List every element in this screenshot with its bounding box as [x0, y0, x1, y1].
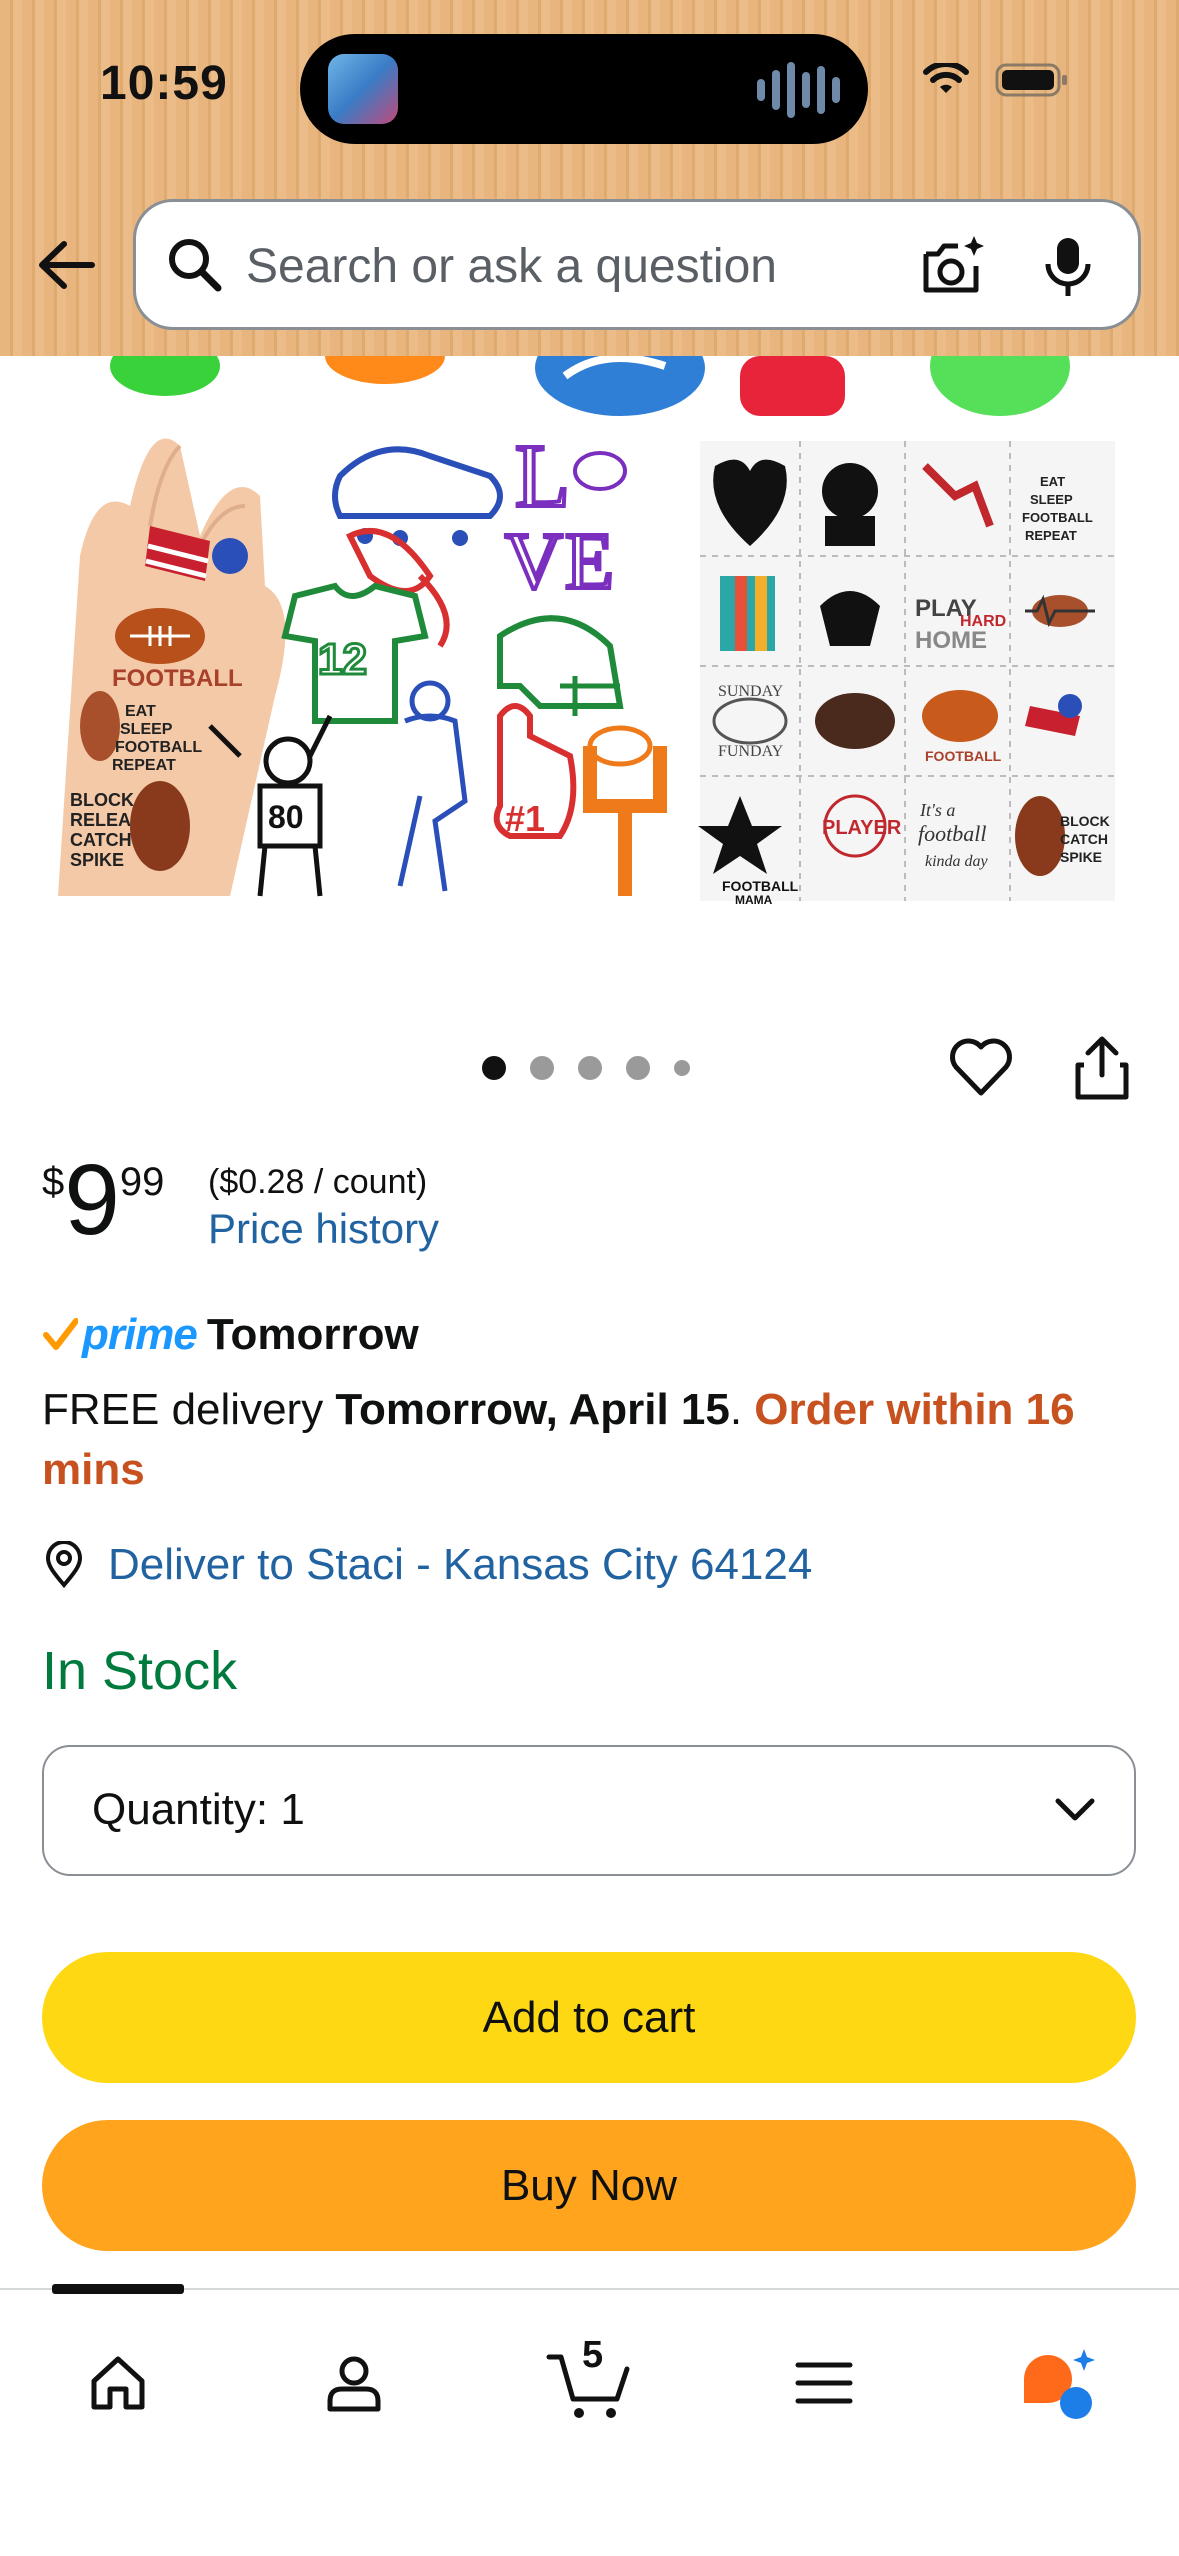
deliver-to-address[interactable]: Deliver to Staci - Kansas City 64124 — [108, 1540, 812, 1590]
svg-text:CATCH: CATCH — [70, 830, 132, 850]
carousel-dot-3[interactable] — [578, 1056, 602, 1080]
price-fraction: 99 — [119, 1160, 165, 1204]
svg-text:FOOTBALL: FOOTBALL — [1022, 510, 1093, 525]
svg-text:V: V — [505, 518, 563, 606]
nav-home[interactable] — [68, 2338, 168, 2428]
buy-now-button[interactable]: Buy Now — [42, 2120, 1136, 2251]
svg-text:#1: #1 — [505, 798, 545, 839]
chevron-down-icon — [1055, 1798, 1095, 1821]
app-header: 10:59 — [0, 0, 1179, 356]
svg-text:SPIKE: SPIKE — [1060, 849, 1102, 865]
tattoo-sheet-illustration: FOOTBALL EAT SLEEP FOOTBALL REPEAT BLOCK… — [58, 356, 1115, 907]
deliver-to-link[interactable]: Deliver to Staci - Kansas City 64124 — [42, 1540, 812, 1590]
svg-text:SPIKE: SPIKE — [70, 850, 124, 870]
svg-text:12: 12 — [318, 635, 367, 684]
now-playing-thumbnail — [328, 54, 398, 124]
heart-icon[interactable] — [946, 1033, 1016, 1103]
carousel-dot-4[interactable] — [626, 1056, 650, 1080]
quantity-value: 1 — [280, 1785, 305, 1834]
svg-text:MAMA: MAMA — [735, 893, 773, 907]
svg-text:CATCH: CATCH — [1060, 831, 1108, 847]
search-bar[interactable] — [133, 199, 1141, 330]
svg-text:BLOCK: BLOCK — [70, 790, 134, 810]
rufus-assistant-icon — [1024, 2349, 1095, 2419]
back-arrow-icon[interactable] — [32, 230, 102, 300]
svg-text:kinda day: kinda day — [925, 853, 989, 870]
nav-menu[interactable] — [774, 2338, 874, 2428]
svg-text:E: E — [565, 518, 614, 606]
delivery-prefix: FREE delivery — [42, 1385, 336, 1434]
add-to-cart-button[interactable]: Add to cart — [42, 1952, 1136, 2083]
price: $ 9 99 — [42, 1150, 164, 1250]
prime-delivery-day: Tomorrow — [206, 1310, 419, 1359]
svg-text:HOME: HOME — [915, 627, 987, 654]
svg-text:SLEEP: SLEEP — [120, 721, 173, 738]
home-icon — [91, 2356, 145, 2410]
svg-text:REPEAT: REPEAT — [112, 757, 176, 774]
svg-text:EAT: EAT — [125, 703, 156, 720]
price-symbol: $ — [42, 1160, 65, 1204]
svg-text:FOOTBALL: FOOTBALL — [722, 878, 799, 894]
delivery-info: FREE delivery Tomorrow, April 15. Order … — [42, 1380, 1132, 1500]
cart-count-badge: 5 — [582, 2334, 604, 2376]
svg-text:FUNDAY: FUNDAY — [718, 743, 784, 760]
image-carousel-dots[interactable] — [482, 1056, 690, 1080]
svg-text:FOOTBALL: FOOTBALL — [925, 748, 1002, 764]
svg-text:REPEAT: REPEAT — [1025, 528, 1077, 543]
nav-cart[interactable]: 5 — [540, 2334, 640, 2428]
svg-text:EAT: EAT — [1040, 474, 1065, 489]
carousel-dot-5[interactable] — [674, 1060, 690, 1076]
product-image[interactable]: FOOTBALL EAT SLEEP FOOTBALL REPEAT BLOCK… — [0, 356, 1179, 1016]
svg-text:80: 80 — [268, 799, 304, 835]
svg-text:PLAYER: PLAYER — [822, 817, 902, 839]
price-whole: 9 — [64, 1144, 120, 1256]
wifi-icon — [923, 63, 969, 93]
stock-status: In Stock — [42, 1641, 238, 1701]
status-time: 10:59 — [100, 57, 228, 110]
delivery-date: Tomorrow, April 15 — [335, 1385, 730, 1434]
nav-account[interactable] — [304, 2338, 404, 2428]
carousel-dot-1[interactable] — [482, 1056, 506, 1080]
quantity-select[interactable]: Quantity: 1 — [42, 1745, 1136, 1876]
account-icon — [327, 2356, 381, 2412]
microphone-icon[interactable] — [1038, 232, 1098, 302]
svg-text:football: football — [918, 821, 986, 846]
unit-price: ($0.28 / count) — [208, 1163, 428, 1201]
delivery-separator: . — [729, 1385, 755, 1434]
share-icon[interactable] — [1070, 1033, 1134, 1103]
status-icons — [923, 62, 1069, 98]
audio-wave-icon — [757, 62, 840, 118]
dynamic-island[interactable] — [300, 34, 868, 144]
nav-rufus[interactable] — [1010, 2338, 1110, 2428]
prime-label: prime — [82, 1310, 198, 1359]
sticker-text-football: FOOTBALL — [112, 665, 243, 692]
svg-text:SUNDAY: SUNDAY — [718, 683, 784, 700]
search-input[interactable] — [246, 230, 806, 302]
quantity-label: Quantity: 1 — [92, 1785, 305, 1835]
svg-text:FOOTBALL: FOOTBALL — [115, 739, 202, 756]
battery-icon — [995, 63, 1067, 97]
nav-active-indicator — [52, 2284, 184, 2294]
bottom-nav: 5 — [0, 2284, 1179, 2556]
sticker-text-love: L — [515, 427, 570, 526]
search-icon — [169, 239, 222, 292]
quantity-label-text: Quantity: — [92, 1785, 269, 1834]
prime-badge: prime Tomorrow — [42, 1310, 419, 1360]
location-pin-icon — [45, 1541, 83, 1589]
svg-text:It's a: It's a — [919, 800, 955, 820]
svg-text:SLEEP: SLEEP — [1030, 492, 1073, 507]
prime-check-icon — [43, 1318, 78, 1350]
camera-search-icon[interactable] — [918, 232, 988, 302]
price-history-link[interactable]: Price history — [208, 1205, 439, 1253]
menu-icon — [795, 2362, 853, 2404]
svg-text:BLOCK: BLOCK — [1060, 813, 1110, 829]
carousel-dot-2[interactable] — [530, 1056, 554, 1080]
